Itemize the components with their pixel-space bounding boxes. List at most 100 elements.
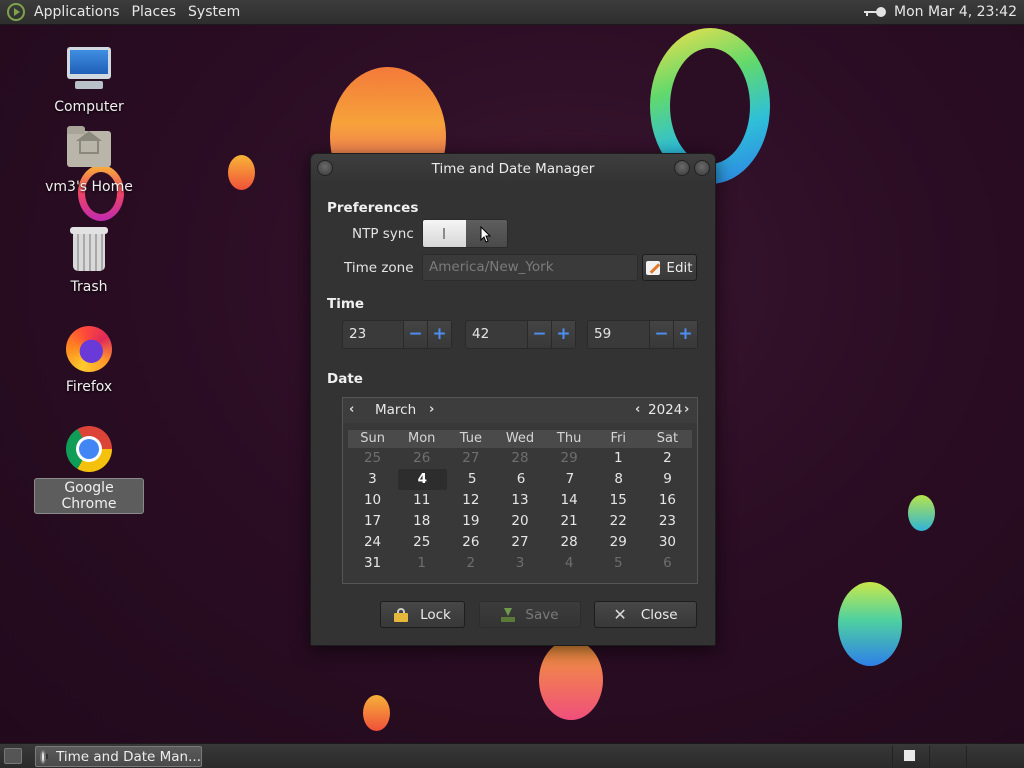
calendar-day[interactable]: 1: [397, 553, 446, 574]
workspace-2[interactable]: [929, 746, 965, 767]
calendar-day[interactable]: 9: [643, 469, 692, 490]
calendar-day[interactable]: 2: [446, 553, 495, 574]
switch-on-knob: [423, 220, 466, 247]
minute-decrement-button[interactable]: −: [527, 321, 551, 348]
calendar-day[interactable]: 22: [594, 511, 643, 532]
computer-icon: [65, 45, 113, 93]
decor-blob: [908, 495, 935, 531]
calendar-day[interactable]: 25: [348, 448, 397, 469]
hour-spinbutton[interactable]: 23 − +: [342, 320, 452, 349]
second-spinbutton[interactable]: 59 − +: [587, 320, 698, 349]
calendar-day[interactable]: 15: [594, 490, 643, 511]
minute-increment-button[interactable]: +: [551, 321, 575, 348]
taskbar-item-time-date[interactable]: Time and Date Man...: [35, 746, 202, 767]
desktop-icon-chrome[interactable]: Google Chrome: [34, 425, 144, 514]
weekday-label: Thu: [556, 431, 582, 446]
calendar-day[interactable]: 10: [348, 490, 397, 511]
top-panel: Applications Places System Mon Mar 4, 23…: [0, 0, 1024, 25]
next-year-button[interactable]: ›: [684, 402, 689, 417]
close-button[interactable]: ✕ Close: [594, 601, 697, 628]
prev-year-button[interactable]: ‹: [635, 402, 640, 417]
menu-places[interactable]: Places: [129, 4, 186, 20]
calendar-day[interactable]: 8: [594, 469, 643, 490]
second-decrement-button[interactable]: −: [649, 321, 673, 348]
desktop-icon-label: Computer: [54, 99, 124, 115]
calendar-day[interactable]: 21: [545, 511, 594, 532]
save-button[interactable]: Save: [479, 601, 581, 628]
calendar-day[interactable]: 18: [397, 511, 446, 532]
calendar-day[interactable]: 30: [643, 532, 692, 553]
preferences-heading: Preferences: [327, 200, 419, 216]
calendar-day[interactable]: 25: [397, 532, 446, 553]
hour-decrement-button[interactable]: −: [403, 321, 427, 348]
calendar-day[interactable]: 28: [495, 448, 544, 469]
workspace-3[interactable]: [966, 746, 1002, 767]
next-month-button[interactable]: ›: [429, 402, 434, 417]
calendar-day[interactable]: 28: [545, 532, 594, 553]
desktop-icon-firefox[interactable]: Firefox: [34, 325, 144, 396]
calendar-day[interactable]: 19: [446, 511, 495, 532]
close-button-label: Close: [640, 606, 678, 623]
prev-month-button[interactable]: ‹: [349, 402, 354, 417]
keyring-icon[interactable]: [862, 6, 886, 18]
calendar-day[interactable]: 23: [643, 511, 692, 532]
calendar-day[interactable]: 7: [545, 469, 594, 490]
second-increment-button[interactable]: +: [673, 321, 697, 348]
hour-value[interactable]: 23: [343, 321, 366, 348]
calendar-day[interactable]: 27: [446, 448, 495, 469]
calendar-day[interactable]: 6: [643, 553, 692, 574]
lock-button[interactable]: Lock: [380, 601, 465, 628]
desktop-icon-computer[interactable]: Computer: [34, 45, 144, 116]
calendar-day[interactable]: 1: [594, 448, 643, 469]
calendar-day[interactable]: 26: [446, 532, 495, 553]
menu-system[interactable]: System: [185, 4, 249, 20]
calendar-day[interactable]: 5: [594, 553, 643, 574]
calendar-week-row: 31 1 2 3 4 5 6: [348, 553, 692, 574]
window-menu-button[interactable]: [317, 160, 333, 176]
edit-timezone-button[interactable]: Edit: [642, 254, 697, 281]
distro-logo-icon[interactable]: [7, 3, 25, 21]
ntp-sync-switch[interactable]: [422, 219, 508, 248]
calendar-day[interactable]: 26: [397, 448, 446, 469]
window-close-button[interactable]: [694, 160, 710, 176]
calendar-day[interactable]: 27: [495, 532, 544, 553]
calendar-day[interactable]: 29: [594, 532, 643, 553]
show-desktop-icon[interactable]: [4, 748, 22, 764]
minimize-button[interactable]: [674, 160, 690, 176]
minute-value[interactable]: 42: [466, 321, 489, 348]
calendar-day[interactable]: 16: [643, 490, 692, 511]
panel-clock[interactable]: Mon Mar 4, 23:42: [894, 4, 1017, 20]
minute-spinbutton[interactable]: 42 − +: [465, 320, 576, 349]
calendar-day[interactable]: 13: [495, 490, 544, 511]
calendar-day[interactable]: 2: [643, 448, 692, 469]
calendar-day[interactable]: 14: [545, 490, 594, 511]
desktop-icon-trash[interactable]: Trash: [34, 225, 144, 296]
desktop-icon-label: Trash: [70, 279, 108, 295]
calendar-day[interactable]: 11: [397, 490, 446, 511]
menu-applications[interactable]: Applications: [31, 4, 129, 20]
calendar-day[interactable]: 29: [545, 448, 594, 469]
hour-increment-button[interactable]: +: [427, 321, 451, 348]
calendar-day[interactable]: 31: [348, 553, 397, 574]
calendar-day[interactable]: 24: [348, 532, 397, 553]
calendar-day[interactable]: 20: [495, 511, 544, 532]
calendar-day[interactable]: 5: [448, 469, 497, 490]
calendar-day[interactable]: 4: [545, 553, 594, 574]
calendar-day[interactable]: 4: [397, 469, 447, 490]
calendar-day[interactable]: 3: [495, 553, 544, 574]
weekday-label: Mon: [408, 431, 436, 446]
second-value[interactable]: 59: [588, 321, 611, 348]
calendar-day[interactable]: 12: [446, 490, 495, 511]
dialog-titlebar[interactable]: Time and Date Manager: [311, 154, 715, 185]
calendar-day[interactable]: 3: [348, 469, 397, 490]
timezone-label: Time zone: [344, 260, 414, 276]
calendar-day[interactable]: 17: [348, 511, 397, 532]
workspace-1[interactable]: [892, 746, 928, 767]
timezone-field[interactable]: America/New_York: [422, 254, 638, 281]
edit-icon: [646, 260, 661, 275]
desktop-icon-home[interactable]: vm3's Home: [34, 125, 144, 196]
desktop-icon-label: Firefox: [65, 379, 113, 395]
decor-blob: [363, 695, 390, 731]
calendar-day[interactable]: 6: [497, 469, 546, 490]
calendar-week-row: 24 25 26 27 28 29 30: [348, 532, 692, 553]
